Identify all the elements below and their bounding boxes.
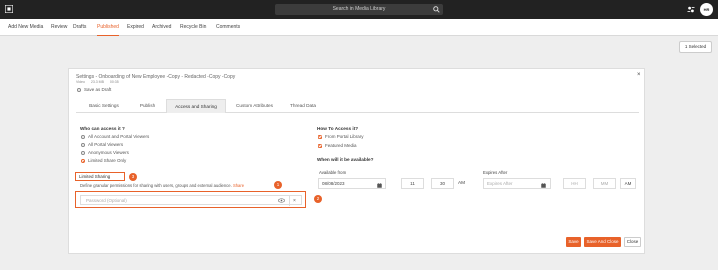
calendar-icon[interactable]	[541, 183, 546, 188]
expires-minute-input[interactable]: MM	[593, 178, 616, 189]
nav-comments[interactable]: Comments	[216, 19, 240, 36]
media-meta: Video 23.3 MB 00:35	[76, 80, 124, 84]
availability-heading: When will it be available?	[317, 157, 374, 162]
search-input[interactable]: Search in Media Library	[275, 4, 443, 15]
who-can-access-heading: Who can access it ?	[80, 126, 125, 131]
step-badge-2: 2	[314, 195, 322, 203]
access-option-label: All Portal Viewers	[88, 142, 124, 147]
access-option-label: All Account and Portal Viewers	[88, 134, 150, 139]
logo-icon[interactable]	[5, 5, 13, 13]
share-link[interactable]: Share	[233, 183, 244, 188]
tab-publish[interactable]: Publish	[130, 99, 165, 113]
available-hour-input[interactable]: 11	[401, 178, 424, 189]
tab-basic-settings[interactable]: Basic Settings	[79, 99, 129, 113]
how-option-featured-media: Featured Media	[325, 143, 357, 148]
access-option-anonymous[interactable]: Anonymous Viewers	[81, 150, 129, 155]
password-placeholder: Password (Optional)	[86, 198, 127, 203]
save-as-draft-radio[interactable]	[77, 87, 81, 92]
close-button[interactable]: Close	[624, 237, 641, 247]
checkbox-portal-library[interactable]	[318, 135, 322, 139]
media-duration: 00:35	[109, 80, 119, 84]
nav-review[interactable]: Review	[51, 19, 67, 36]
nav-drafts[interactable]: Drafts	[73, 19, 86, 36]
password-input[interactable]: Password (Optional) ×	[80, 195, 302, 206]
search-icon[interactable]	[433, 6, 440, 13]
media-size: 23.3 MB	[90, 80, 104, 84]
step-badge-1: 1	[274, 181, 282, 189]
nav-recycle-bin[interactable]: Recycle Bin	[180, 19, 206, 36]
settings-tabs: Basic Settings Publish Access and Sharin…	[76, 99, 639, 113]
password-highlight: Password (Optional) ×	[75, 191, 306, 208]
media-type: Video	[76, 80, 85, 84]
tab-access-and-sharing[interactable]: Access and Sharing	[166, 99, 226, 113]
radio-anonymous[interactable]	[81, 150, 85, 155]
nav-published[interactable]: Published	[97, 19, 119, 36]
expires-ampm[interactable]: AM	[620, 178, 636, 189]
settings-modal: Settings - Onboarding of New Employee -C…	[68, 68, 645, 254]
define-text: Define granular permissions for sharing …	[80, 183, 232, 188]
access-option-label: Anonymous Viewers	[88, 150, 129, 155]
clear-password-icon[interactable]: ×	[289, 196, 299, 206]
save-button[interactable]: Save	[566, 237, 581, 247]
how-option-portal-library: From Portal Library	[325, 134, 364, 139]
tab-thread-data[interactable]: Thread Data	[283, 99, 323, 113]
eye-icon[interactable]	[278, 198, 285, 203]
available-ampm[interactable]: AM	[458, 180, 465, 185]
close-icon[interactable]: ×	[637, 72, 641, 78]
checkbox-featured-media[interactable]	[318, 144, 322, 148]
expires-hour-input[interactable]: HH	[563, 178, 586, 189]
access-option-all-account[interactable]: All Account and Portal Viewers	[81, 134, 149, 139]
expires-after-placeholder: Expires After	[487, 181, 513, 186]
top-bar: Search in Media Library HR	[0, 0, 718, 19]
settings-icon[interactable]	[687, 6, 695, 13]
save-and-close-button[interactable]: Save And Close	[584, 237, 621, 247]
calendar-icon[interactable]	[377, 183, 382, 188]
access-option-all-portal[interactable]: All Portal Viewers	[81, 142, 123, 147]
available-minute-input[interactable]: 30	[431, 178, 454, 189]
save-as-draft-label: Save as Draft	[84, 87, 112, 92]
access-option-limited-share[interactable]: Limited Share Only	[81, 158, 126, 163]
selected-count-button[interactable]: 1 Selected	[679, 41, 712, 53]
access-option-label: Limited Share Only	[88, 158, 127, 163]
avatar[interactable]: HR	[700, 3, 713, 16]
radio-all-portal[interactable]	[81, 142, 85, 147]
media-nav: Add New Media Review Drafts Published Ex…	[0, 19, 718, 36]
nav-archived[interactable]: Archived	[152, 19, 171, 36]
limited-sharing-label: Limited Sharing	[75, 172, 125, 181]
define-permissions-text: Define granular permissions for sharing …	[80, 183, 244, 188]
available-from-label: Available from	[319, 170, 347, 175]
radio-all-account[interactable]	[81, 134, 85, 139]
tab-custom-attributes[interactable]: Custom Attributes	[227, 99, 282, 113]
step-badge-3: 3	[129, 173, 137, 181]
expires-after-label: Expires After	[483, 170, 508, 175]
available-from-date-input[interactable]: 08/08/2023	[318, 178, 386, 189]
nav-add-new-media[interactable]: Add New Media	[8, 19, 43, 36]
radio-limited-share[interactable]	[81, 158, 85, 163]
search-placeholder: Search in Media Library	[332, 6, 386, 12]
nav-expired[interactable]: Expired	[127, 19, 144, 36]
available-from-date: 08/08/2023	[322, 181, 345, 186]
save-as-draft-option[interactable]: Save as Draft	[77, 87, 111, 92]
how-to-access-heading: How To Access it?	[317, 126, 359, 131]
